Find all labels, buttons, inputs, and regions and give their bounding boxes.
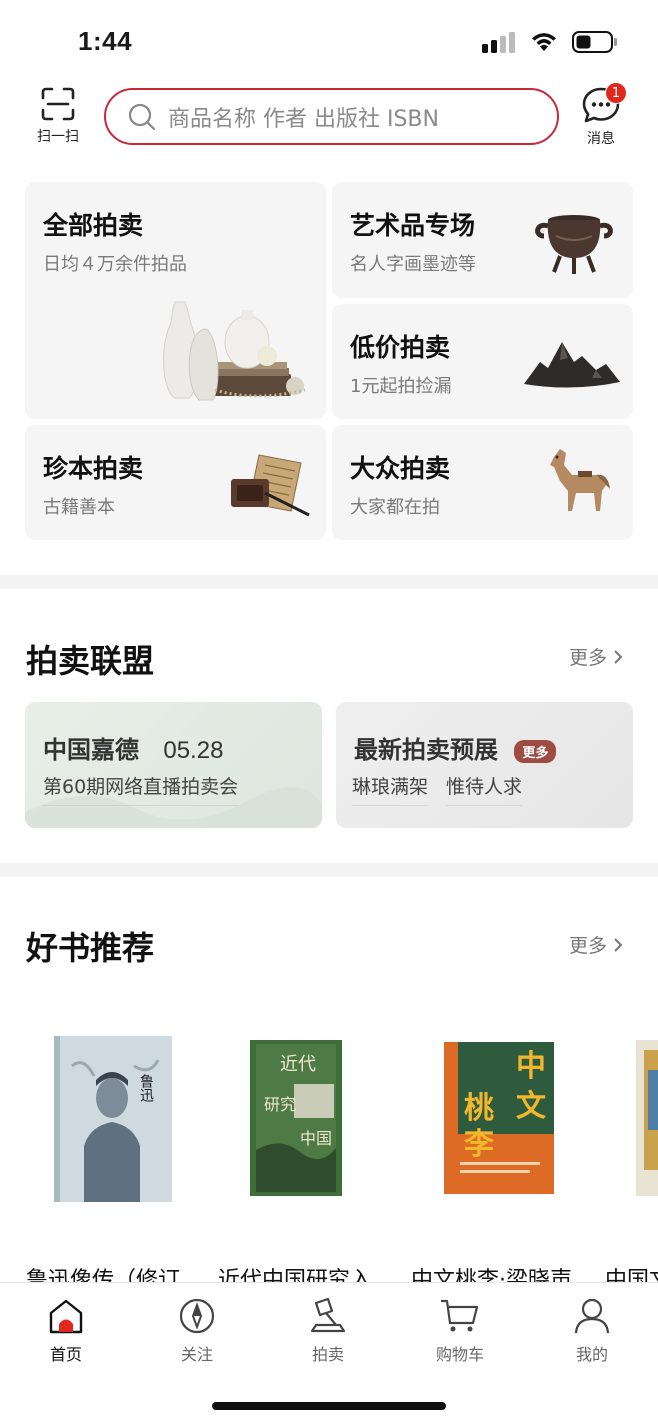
gavel-icon bbox=[310, 1297, 346, 1333]
mountain-rock-image bbox=[524, 342, 620, 388]
messages-label: 消息 bbox=[587, 131, 615, 147]
svg-text:桃: 桃 bbox=[464, 1091, 494, 1126]
chevron-right-icon bbox=[614, 649, 623, 664]
book-cover-luxun[interactable]: 鲁迅 bbox=[54, 1036, 172, 1202]
section-divider bbox=[0, 863, 658, 877]
tab-label: 关注 bbox=[180, 1345, 213, 1364]
scan-icon bbox=[41, 87, 75, 121]
category-subtitle: 古籍善本 bbox=[43, 497, 115, 518]
status-icons bbox=[482, 30, 618, 54]
book-cover-modern-china[interactable]: 近代 研究 中国 bbox=[250, 1040, 342, 1196]
svg-text:近代: 近代 bbox=[280, 1054, 316, 1075]
tang-horse-image bbox=[550, 449, 610, 511]
status-time: 1:44 bbox=[78, 26, 133, 56]
search-input[interactable]: 商品名称 作者 出版社 ISBN bbox=[104, 88, 559, 145]
more-label: 更多 bbox=[569, 647, 608, 669]
battery-icon bbox=[572, 31, 617, 53]
category-popular-auctions[interactable]: 大众拍卖 大家都在拍 bbox=[332, 425, 633, 540]
category-subtitle: 1元起拍捡漏 bbox=[350, 376, 452, 397]
user-icon bbox=[574, 1298, 610, 1334]
svg-text:鲁迅: 鲁迅 bbox=[138, 1074, 154, 1103]
category-art-special[interactable]: 艺术品专场 名人字画墨迹等 bbox=[332, 182, 633, 298]
tab-label: 首页 bbox=[49, 1345, 82, 1364]
scan-button[interactable]: 扫一扫 bbox=[30, 86, 86, 146]
search-icon bbox=[128, 103, 156, 130]
svg-text:李: 李 bbox=[464, 1127, 494, 1162]
category-subtitle: 日均４万余件拍品 bbox=[43, 254, 187, 275]
tab-label: 拍卖 bbox=[311, 1345, 344, 1364]
messages-button[interactable]: 1 消息 bbox=[576, 82, 627, 148]
preview-more-tag[interactable]: 更多 bbox=[514, 740, 557, 763]
tab-cart[interactable]: 购物车 bbox=[410, 1297, 510, 1365]
svg-text:研究: 研究 bbox=[264, 1095, 296, 1114]
svg-text:中国: 中国 bbox=[300, 1129, 332, 1148]
category-title: 艺术品专场 bbox=[350, 211, 476, 240]
cart-icon bbox=[441, 1299, 479, 1332]
auction-description: 第60期网络直播拍卖会 bbox=[43, 772, 239, 806]
preview-title: 最新拍卖预展 bbox=[354, 735, 498, 764]
category-subtitle: 名人字画墨迹等 bbox=[350, 254, 476, 275]
tab-label: 购物车 bbox=[435, 1345, 484, 1364]
category-title: 全部拍卖 bbox=[43, 211, 144, 240]
category-subtitle: 大家都在拍 bbox=[350, 497, 440, 518]
category-rare-books[interactable]: 珍本拍卖 古籍善本 bbox=[25, 425, 326, 540]
compass-icon bbox=[179, 1298, 215, 1334]
section-divider bbox=[0, 575, 658, 589]
tab-follow[interactable]: 关注 bbox=[147, 1297, 247, 1365]
tab-profile[interactable]: 我的 bbox=[542, 1297, 642, 1365]
ancient-scroll-image bbox=[231, 454, 310, 517]
alliance-more-link[interactable]: 更多 bbox=[569, 643, 625, 670]
more-label: 更多 bbox=[569, 935, 608, 957]
home-screen: 1:44 扫一扫 商品名称 作者 出版社 ISBN 1 消息 全部拍卖 日均４万… bbox=[0, 0, 658, 1424]
auction-house-name: 中国嘉德 bbox=[43, 735, 139, 764]
cellular-signal-icon bbox=[482, 32, 515, 53]
message-badge: 1 bbox=[605, 82, 627, 104]
vases-still-life-image bbox=[163, 301, 306, 401]
tab-label: 我的 bbox=[575, 1345, 608, 1364]
svg-text:中: 中 bbox=[516, 1049, 546, 1084]
chevron-right-icon bbox=[614, 937, 623, 952]
category-all-auctions[interactable]: 全部拍卖 日均４万余件拍品 bbox=[25, 182, 326, 419]
alliance-title: 拍卖联盟 bbox=[26, 642, 155, 680]
auction-date: 05.28 bbox=[163, 737, 224, 764]
category-title: 珍本拍卖 bbox=[43, 454, 144, 483]
alliance-card-guardian[interactable]: 中国嘉德 05.28 第60期网络直播拍卖会 bbox=[25, 702, 322, 828]
preview-desc-2: 惟待人求 bbox=[446, 772, 523, 806]
alliance-card-preview[interactable]: 最新拍卖预展 更多 琳琅满架 惟待人求 bbox=[336, 702, 633, 828]
tab-home[interactable]: 首页 bbox=[16, 1297, 116, 1365]
wifi-icon bbox=[532, 33, 556, 51]
category-title: 低价拍卖 bbox=[350, 333, 451, 362]
home-icon bbox=[49, 1299, 83, 1334]
category-low-price[interactable]: 低价拍卖 1元起拍捡漏 bbox=[332, 304, 633, 419]
preview-desc-1: 琳琅满架 bbox=[352, 772, 429, 806]
book-cover-peach-plum[interactable]: 中 文 桃 李 bbox=[444, 1042, 554, 1194]
tab-auction[interactable]: 拍卖 bbox=[278, 1297, 378, 1365]
search-placeholder: 商品名称 作者 出版社 ISBN bbox=[168, 106, 439, 132]
books-more-link[interactable]: 更多 bbox=[569, 931, 625, 958]
book-cover-partial[interactable] bbox=[636, 1040, 658, 1196]
scan-label: 扫一扫 bbox=[37, 129, 79, 145]
books-title: 好书推荐 bbox=[26, 929, 155, 967]
home-indicator[interactable] bbox=[212, 1402, 446, 1410]
bronze-censer-image bbox=[535, 215, 613, 274]
svg-text:文: 文 bbox=[516, 1089, 546, 1124]
category-title: 大众拍卖 bbox=[350, 454, 451, 483]
